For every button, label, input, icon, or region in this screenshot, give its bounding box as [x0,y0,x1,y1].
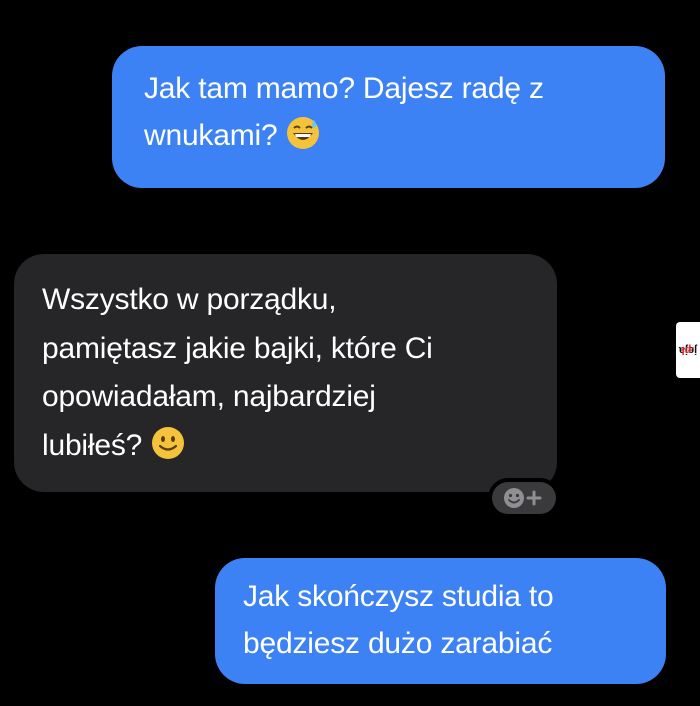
slightly-smiling-emoji-icon [152,426,185,459]
add-reaction-button[interactable] [488,478,560,518]
sent-message-bubble[interactable]: Jak tam mamo? Dajesz radę z wnukami? [112,46,665,188]
message-text-segment: lubiłeś? [42,428,143,462]
received-message-bubble[interactable]: Wszystko w porządku, pamiętasz jakie baj… [14,254,557,492]
add-reaction-pill[interactable] [492,482,556,514]
message-text-line: Jak skończysz studia to [243,580,554,613]
jeja-watermark: jeja .pl [676,322,700,378]
message-text-line: wnukami? [144,113,637,160]
watermark-suffix: .pl [681,344,695,356]
smiley-plus-icon [504,488,542,508]
message-text-line: lubiłeś? [42,422,537,471]
sent-message-bubble[interactable]: Jak skończysz studia to będziesz dużo za… [215,558,666,684]
chat-thread: Jak tam mamo? Dajesz radę z wnukami? Wsz… [0,0,700,706]
message-text-line: opowiadałam, najbardziej [42,380,376,414]
message-text-line: będziesz dużo zarabiać [243,626,553,660]
message-text-line: Jak tam mamo? Dajesz radę z [144,72,544,105]
message-text-line: pamiętasz jakie bajki, które Ci [42,331,433,365]
grinning-sweat-emoji-icon [287,116,320,149]
message-text-line: Wszystko w porządku, [42,283,337,316]
message-text-segment: wnukami? [144,118,278,152]
